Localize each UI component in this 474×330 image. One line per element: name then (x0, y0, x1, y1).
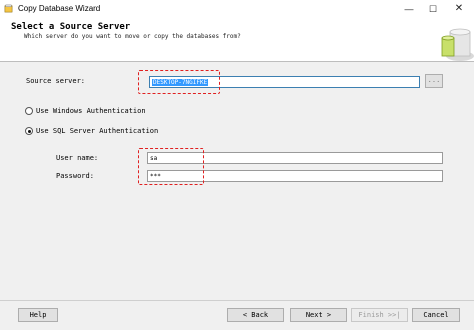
windows-auth-radio[interactable] (25, 107, 33, 115)
cancel-button[interactable]: Cancel (412, 308, 460, 322)
minimize-button[interactable]: — (398, 0, 420, 18)
footer-divider (0, 300, 474, 301)
finish-button: Finish >>| (351, 308, 408, 322)
database-graphic-icon (441, 28, 474, 61)
back-button[interactable]: < Back (227, 308, 284, 322)
source-server-label: Source server: (26, 77, 86, 85)
maximize-button[interactable]: ☐ (422, 0, 444, 18)
close-button[interactable]: ✕ (448, 0, 470, 18)
password-label: Password: (56, 172, 94, 180)
credentials-highlight (138, 148, 204, 185)
page-subtitle: Which server do you want to move or copy… (24, 33, 241, 40)
username-label: User name: (56, 154, 99, 162)
wizard-app-icon (4, 4, 13, 13)
next-button[interactable]: Next > (290, 308, 347, 322)
page-title: Select a Source Server (11, 22, 131, 32)
sql-auth-radio[interactable] (25, 127, 33, 135)
window-title-bar[interactable]: Copy Database Wizard — ☐ ✕ (0, 0, 474, 18)
window-title: Copy Database Wizard (18, 4, 101, 13)
source-server-highlight (138, 70, 220, 94)
wizard-header: Select a Source Server Which server do y… (0, 18, 474, 62)
browse-servers-button[interactable]: ... (425, 74, 443, 88)
help-button[interactable]: Help (18, 308, 58, 322)
sql-auth-label[interactable]: Use SQL Server Authentication (36, 127, 158, 135)
windows-auth-label[interactable]: Use Windows Authentication (36, 107, 146, 115)
